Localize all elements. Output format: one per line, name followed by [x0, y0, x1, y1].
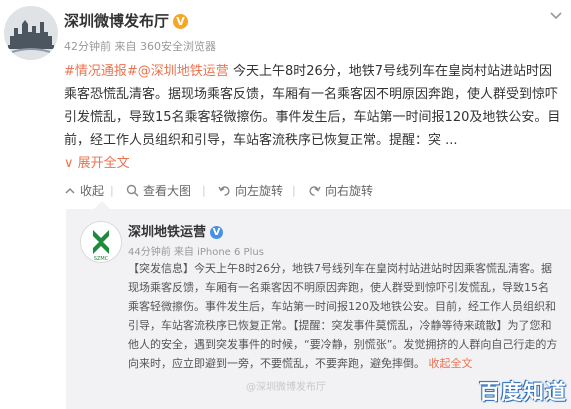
baidu-zhidao-brand: 百度知道 — [479, 380, 567, 404]
rotate-left-label: 向左旋转 — [235, 184, 284, 198]
rotate-right-icon — [309, 186, 321, 196]
view-large-button[interactable]: 查看大图 — [126, 182, 191, 199]
repost-author-avatar[interactable]: SZMC — [80, 221, 122, 263]
author-avatar[interactable] — [4, 6, 58, 60]
repost-caret — [94, 201, 110, 209]
repost-author-name[interactable]: 深圳地铁运营 V — [128, 221, 224, 240]
repost-collapse-link[interactable]: 收起全文 — [429, 357, 473, 370]
verified-badge-icon: V — [173, 14, 189, 29]
collapse-icon — [65, 187, 75, 194]
image-action-bar: 收起 | 查看大图 | 向左旋转 | 向右旋转 — [64, 178, 564, 202]
repost-text: 【突发信息】今天上午8时26分，地铁7号线列车在皇岗村站进站时因乘客慌乱清客。据… — [128, 262, 558, 370]
weibo-watermark: @深圳微博发布厅 — [246, 382, 326, 393]
magnify-icon — [126, 184, 139, 197]
divider: | — [110, 184, 114, 197]
repost-text-block: 【突发信息】今天上午8时26分，地铁7号线列车在皇岗村站进站时因乘客慌乱清客。据… — [128, 259, 558, 373]
expand-arrow-icon: ∨ — [64, 156, 74, 171]
post-content: #情况通报#@深圳地铁运营 今天上午8时26分，地铁7号线列车在皇岗村站进站时因… — [64, 60, 564, 175]
repost-author-name-text: 深圳地铁运营 — [128, 225, 207, 240]
repost-meta: 44分钟前 来自 iPhone 6 Plus — [128, 247, 264, 258]
divider: | — [292, 184, 296, 197]
view-large-label: 查看大图 — [143, 184, 192, 198]
mention-link[interactable]: @深圳地铁运营 — [138, 64, 229, 79]
expand-full-text-link[interactable]: 展开全文 — [78, 156, 130, 171]
post-meta: 42分钟前 来自 360安全浏览器 — [64, 40, 216, 53]
divider: | — [202, 184, 206, 197]
hashtag-link[interactable]: #情况通报# — [64, 64, 138, 79]
city-skyline-icon — [4, 6, 58, 60]
collapse-label: 收起 — [80, 184, 105, 198]
shenzhen-metro-logo-icon: SZMC — [81, 222, 121, 262]
rotate-left-button[interactable]: 向左旋转 — [218, 182, 283, 199]
collapse-button[interactable]: 收起 — [64, 182, 104, 199]
chevron-down-icon[interactable] — [547, 6, 565, 24]
rotate-right-button[interactable]: 向右旋转 — [308, 182, 373, 199]
author-name-text: 深圳微博发布厅 — [64, 12, 170, 30]
rotate-right-label: 向右旋转 — [325, 184, 374, 198]
repost-avatar-label: SZMC — [94, 256, 109, 262]
author-name[interactable]: 深圳微博发布厅 V — [64, 10, 189, 31]
rotate-left-icon — [218, 186, 230, 196]
repost-verified-badge-icon: V — [210, 226, 224, 239]
